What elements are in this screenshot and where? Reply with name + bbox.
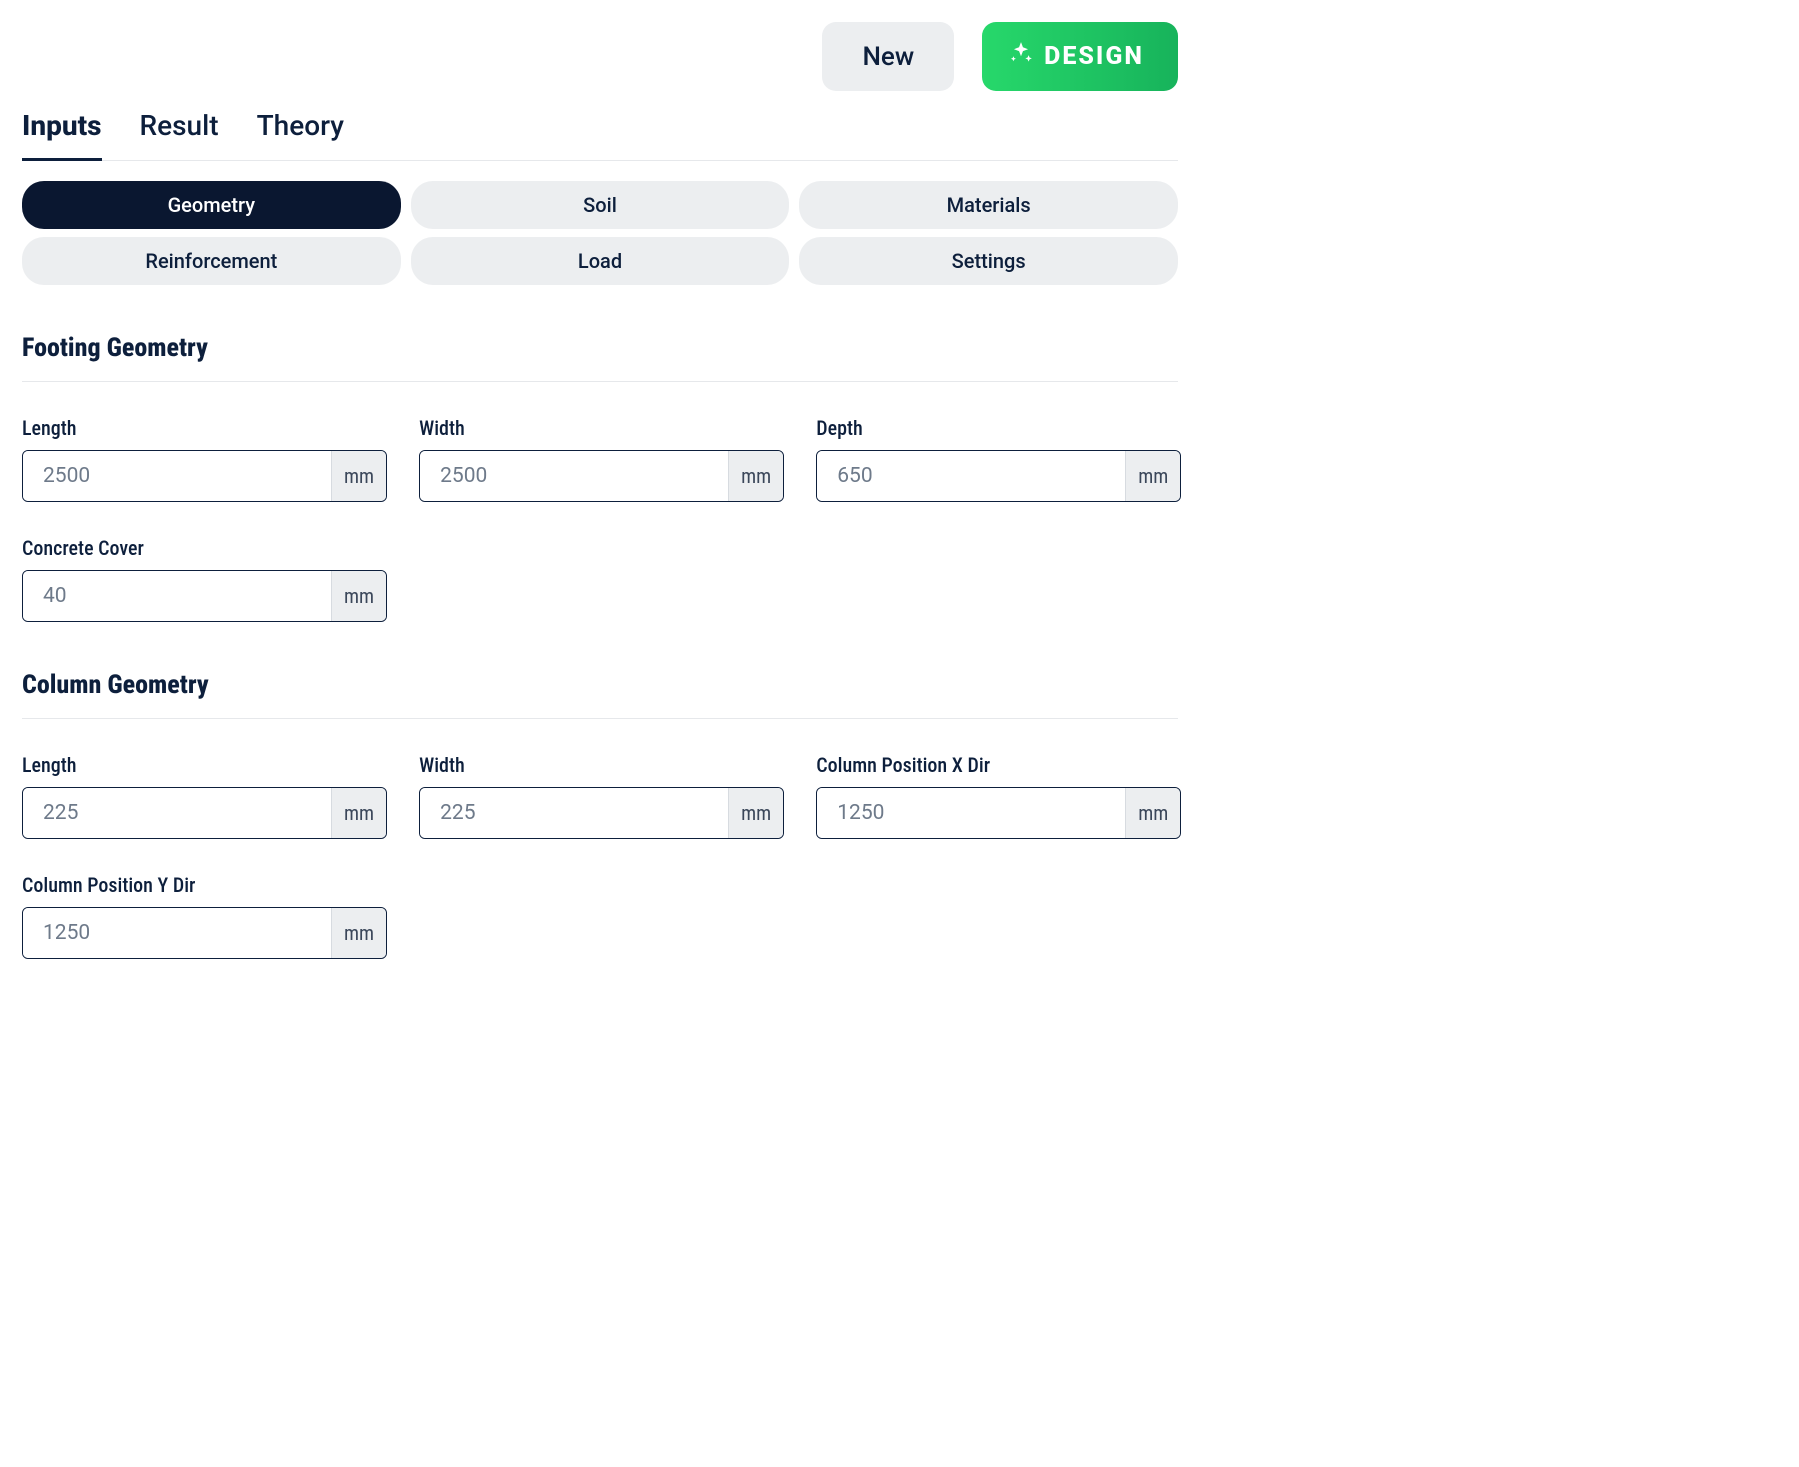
subtabs: Geometry Soil Materials Reinforcement Lo…: [22, 181, 1178, 285]
field-column-pos-y: Column Position Y Dir mm: [22, 873, 387, 959]
top-action-bar: New DESIGN: [22, 22, 1178, 91]
input-footing-depth[interactable]: [817, 451, 1125, 501]
unit-mm: mm: [331, 571, 386, 621]
input-footing-width[interactable]: [420, 451, 728, 501]
subtab-materials[interactable]: Materials: [799, 181, 1178, 229]
field-column-pos-x: Column Position X Dir mm: [816, 753, 1181, 839]
subtab-settings[interactable]: Settings: [799, 237, 1178, 285]
input-column-width[interactable]: [420, 788, 728, 838]
input-column-pos-y[interactable]: [23, 908, 331, 958]
field-column-length: Length mm: [22, 753, 387, 839]
subtab-soil[interactable]: Soil: [411, 181, 790, 229]
input-footing-cover[interactable]: [23, 571, 331, 621]
label-footing-cover: Concrete Cover: [22, 536, 387, 560]
label-column-pos-x: Column Position X Dir: [816, 753, 1181, 777]
design-button-label: DESIGN: [1044, 42, 1144, 71]
unit-mm: mm: [331, 908, 386, 958]
main-tabs: Inputs Result Theory: [22, 101, 1178, 161]
unit-mm: mm: [1125, 451, 1180, 501]
design-button[interactable]: DESIGN: [982, 22, 1178, 91]
subtab-reinforcement[interactable]: Reinforcement: [22, 237, 401, 285]
label-column-pos-y: Column Position Y Dir: [22, 873, 387, 897]
tab-theory[interactable]: Theory: [257, 101, 344, 160]
subtab-load[interactable]: Load: [411, 237, 790, 285]
input-column-length[interactable]: [23, 788, 331, 838]
label-footing-width: Width: [419, 416, 784, 440]
unit-mm: mm: [728, 788, 783, 838]
label-column-length: Length: [22, 753, 387, 777]
field-footing-cover: Concrete Cover mm: [22, 536, 387, 622]
sparkle-icon: [1008, 40, 1034, 73]
input-footing-length[interactable]: [23, 451, 331, 501]
tab-result[interactable]: Result: [140, 101, 219, 160]
section-title-column: Column Geometry: [22, 670, 1178, 719]
field-footing-width: Width mm: [419, 416, 784, 502]
unit-mm: mm: [1125, 788, 1180, 838]
subtab-geometry[interactable]: Geometry: [22, 181, 401, 229]
unit-mm: mm: [728, 451, 783, 501]
section-footing-geometry: Footing Geometry Length mm Width mm Dept…: [22, 333, 1178, 622]
field-footing-depth: Depth mm: [816, 416, 1181, 502]
field-footing-length: Length mm: [22, 416, 387, 502]
label-footing-length: Length: [22, 416, 387, 440]
new-button[interactable]: New: [822, 22, 954, 91]
label-column-width: Width: [419, 753, 784, 777]
tab-inputs[interactable]: Inputs: [22, 101, 102, 160]
input-column-pos-x[interactable]: [817, 788, 1125, 838]
unit-mm: mm: [331, 451, 386, 501]
unit-mm: mm: [331, 788, 386, 838]
label-footing-depth: Depth: [816, 416, 1181, 440]
field-column-width: Width mm: [419, 753, 784, 839]
section-title-footing: Footing Geometry: [22, 333, 1178, 382]
section-column-geometry: Column Geometry Length mm Width mm Colum…: [22, 670, 1178, 959]
